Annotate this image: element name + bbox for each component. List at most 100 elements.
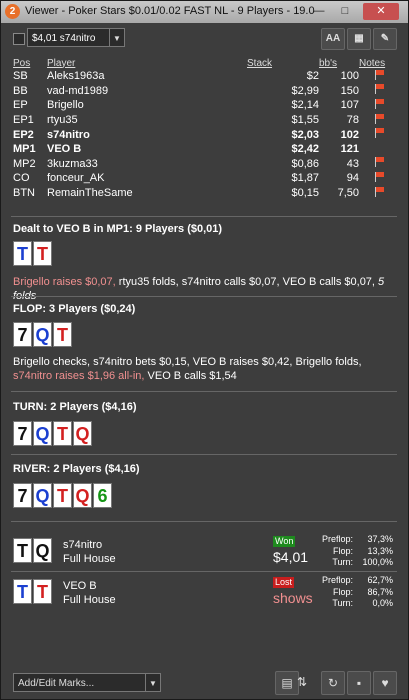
cell-pos: SB bbox=[13, 70, 28, 83]
maximize-icon[interactable]: □ bbox=[333, 3, 357, 20]
cell-pos: EP bbox=[13, 99, 28, 112]
table-row[interactable]: EP2 s74nitro $2,03 102 bbox=[13, 127, 399, 142]
chevron-down-icon: ▼ bbox=[145, 674, 160, 691]
playing-card: Q bbox=[33, 421, 52, 446]
refresh-icon[interactable]: ↻ bbox=[321, 671, 345, 695]
bottom-bar: Add/Edit Marks... ▼ ▤ ⇅ ↻ ▪ ♥ bbox=[1, 665, 408, 699]
divider bbox=[11, 521, 397, 522]
table-row[interactable]: MP1 VEO B $2,42 121 bbox=[13, 142, 399, 157]
note-flag-icon[interactable] bbox=[374, 128, 385, 139]
table-row[interactable]: BTN RemainTheSame $0,15 7,50 bbox=[13, 186, 399, 201]
divider bbox=[11, 454, 397, 455]
flop-header: FLOP: 3 Players ($0,24) bbox=[13, 303, 136, 315]
table-row[interactable]: MP2 3kuzma33 $0,86 43 bbox=[13, 157, 399, 172]
table-row[interactable]: EP Brigello $2,14 107 bbox=[13, 98, 399, 113]
col-bbs[interactable]: bb's bbox=[319, 57, 359, 69]
cell-notes[interactable] bbox=[359, 171, 399, 186]
col-player[interactable]: Player bbox=[47, 57, 247, 69]
won-badge: Won bbox=[273, 536, 296, 547]
cell-notes[interactable] bbox=[359, 186, 399, 201]
window-title: Viewer - Poker Stars $0.01/0.02 FAST NL … bbox=[25, 5, 315, 17]
divider bbox=[11, 391, 397, 392]
river-header: RIVER: 2 Players ($4,16) bbox=[13, 463, 140, 475]
font-size-button[interactable]: AA bbox=[321, 28, 345, 50]
table-row[interactable]: CO fonceur_AK $1,87 94 bbox=[13, 171, 399, 186]
cell-stack: $0,86 bbox=[291, 157, 319, 170]
stat-label: Preflop: bbox=[321, 575, 353, 585]
cell-bbs: 94 bbox=[346, 172, 359, 185]
result-player-name: s74nitro bbox=[63, 539, 103, 551]
cell-player: rtyu35 bbox=[47, 114, 78, 127]
cell-notes[interactable] bbox=[359, 98, 399, 113]
cell-player: fonceur_AK bbox=[47, 172, 105, 185]
note-flag-icon[interactable] bbox=[374, 98, 385, 109]
result-row[interactable]: TQ s74nitro Full House Won $4,01 Preflop:… bbox=[13, 534, 399, 574]
note-flag-icon[interactable] bbox=[374, 113, 385, 124]
result-amount: shows bbox=[273, 590, 313, 606]
cell-player: VEO B bbox=[47, 143, 82, 156]
table-row[interactable]: EP1 rtyu35 $1,55 78 bbox=[13, 113, 399, 128]
cell-bbs: 7,50 bbox=[337, 187, 359, 200]
table-row[interactable]: SB Aleks1963a $2 100 bbox=[13, 69, 399, 84]
cell-notes[interactable] bbox=[359, 84, 399, 99]
cell-notes[interactable] bbox=[359, 113, 399, 128]
twitter-icon[interactable]: ♥ bbox=[373, 671, 397, 695]
note-flag-icon[interactable] bbox=[374, 157, 385, 168]
cell-stack: $2 bbox=[306, 70, 319, 83]
note-flag-icon[interactable] bbox=[374, 84, 385, 95]
equity-stats: Preflop: 62,7% Flop: 86,7% Turn: 0,0% bbox=[313, 575, 393, 610]
playing-card: T bbox=[33, 241, 52, 266]
cell-bbs: 121 bbox=[340, 143, 359, 156]
cell-notes[interactable] bbox=[359, 127, 399, 142]
grid-icon[interactable]: ▦ bbox=[347, 28, 371, 50]
minimize-icon[interactable]: — bbox=[307, 3, 331, 20]
up-down-icon[interactable]: ⇅ bbox=[295, 671, 309, 693]
turn-cards: 7QTQ bbox=[13, 421, 93, 447]
cell-player: RemainTheSame bbox=[47, 187, 133, 200]
cell-stack: $0,15 bbox=[291, 187, 319, 200]
cell-bbs: 78 bbox=[346, 114, 359, 127]
player-select[interactable]: $4,01 s74nitro ▼ bbox=[27, 28, 125, 47]
marks-select[interactable]: Add/Edit Marks... ▼ bbox=[13, 673, 161, 692]
cell-player: s74nitro bbox=[47, 128, 90, 141]
playing-card: Q bbox=[33, 322, 52, 347]
col-stack[interactable]: Stack bbox=[247, 57, 319, 69]
result-hand: Full House bbox=[63, 594, 116, 606]
cell-pos: BB bbox=[13, 84, 28, 97]
table-row[interactable]: BB vad-md1989 $2,99 150 bbox=[13, 84, 399, 99]
result-row[interactable]: TT VEO B Full House Lost shows Preflop: 62… bbox=[13, 575, 399, 615]
cell-stack: $2,42 bbox=[291, 143, 319, 156]
divider bbox=[11, 571, 397, 572]
cell-player: Aleks1963a bbox=[47, 70, 105, 83]
save-icon[interactable]: ▪ bbox=[347, 671, 371, 695]
col-notes[interactable]: Notes bbox=[359, 57, 399, 69]
cell-notes[interactable] bbox=[359, 157, 399, 172]
playing-card: T bbox=[33, 579, 52, 604]
note-flag-icon[interactable] bbox=[374, 69, 385, 80]
preflop-action-rest: rtyu35 folds, s74nitro calls $0,07, VEO … bbox=[115, 276, 379, 288]
cell-notes[interactable] bbox=[359, 142, 399, 157]
result-amount: $4,01 bbox=[273, 549, 309, 565]
cell-pos: EP1 bbox=[13, 114, 34, 127]
preflop-action-raise: Brigello raises $0,07, bbox=[13, 276, 116, 288]
playing-card: T bbox=[53, 421, 72, 446]
result-cards: TQ bbox=[13, 538, 53, 563]
playing-card: T bbox=[53, 322, 72, 347]
result-player: s74nitro Full House bbox=[63, 538, 116, 566]
stat-turn: 0,0% bbox=[372, 598, 393, 608]
flop-action-call: VEO B calls $1,54 bbox=[144, 370, 237, 382]
cell-pos: CO bbox=[13, 172, 30, 185]
cell-pos: MP2 bbox=[13, 157, 36, 170]
cell-pos: BTN bbox=[13, 187, 35, 200]
close-icon[interactable]: ✕ bbox=[363, 3, 399, 20]
player-checkbox[interactable] bbox=[13, 33, 25, 45]
edit-icon[interactable]: ✎ bbox=[373, 28, 397, 50]
toolbar: $4,01 s74nitro ▼ AA ▦ ✎ bbox=[1, 23, 408, 53]
cell-notes[interactable] bbox=[359, 69, 399, 84]
equity-stats: Preflop: 37,3% Flop: 13,3% Turn: 100,0% bbox=[313, 534, 393, 569]
stat-label: Flop: bbox=[332, 545, 353, 556]
cell-bbs: 102 bbox=[340, 128, 359, 141]
note-flag-icon[interactable] bbox=[374, 171, 385, 182]
note-flag-icon[interactable] bbox=[374, 186, 385, 197]
col-pos[interactable]: Pos bbox=[13, 57, 47, 69]
